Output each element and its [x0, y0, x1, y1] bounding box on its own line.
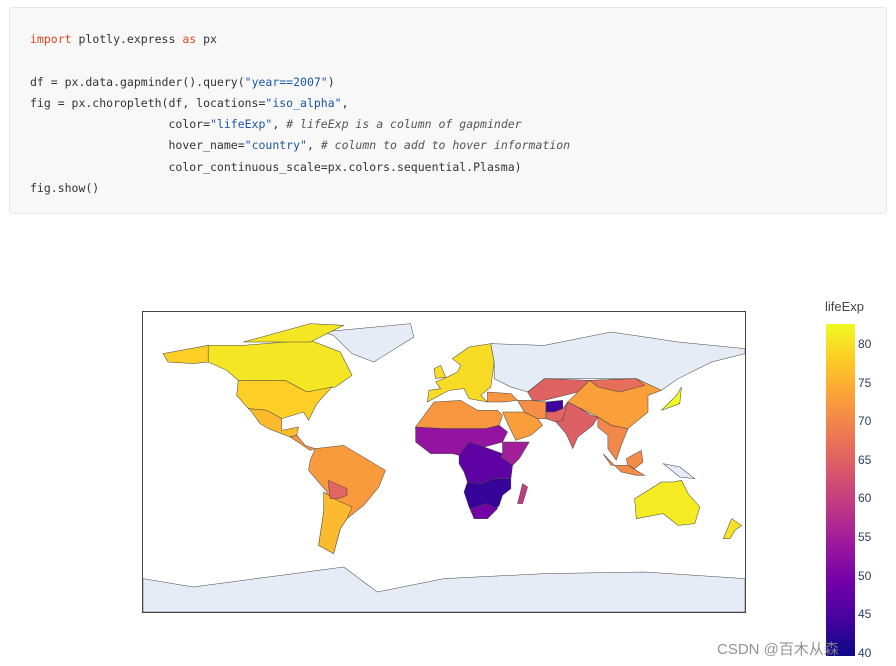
colorbar — [826, 324, 855, 656]
country-region-turkey[interactable] — [487, 391, 519, 403]
country-region-australia[interactable] — [634, 480, 701, 526]
code-token: "year==2007" — [244, 74, 328, 89]
country-region-central-america[interactable] — [289, 435, 317, 451]
code-token: , — [341, 95, 349, 110]
colorbar-tick-label: 80 — [858, 337, 872, 352]
code-text: import plotly.express as px df = px.data… — [30, 29, 570, 199]
code-token: # lifeExp is a column of gapminder — [286, 117, 522, 132]
code-line: df = px.data.gapminder().query("year==20… — [30, 72, 570, 93]
country-region-new-zealand[interactable] — [722, 518, 743, 539]
colorbar-tick-label: 75 — [858, 375, 872, 390]
code-token: px — [196, 32, 217, 46]
watermark: CSDN @百木从森 — [717, 641, 839, 658]
code-token: df = px.data.gapminder().query( — [30, 74, 245, 89]
colorbar-tick-label: 65 — [858, 452, 872, 467]
code-line: color="lifeExp", # lifeExp is a column o… — [30, 114, 570, 135]
country-region-uk[interactable] — [433, 364, 447, 379]
country-region-new-guinea[interactable] — [662, 463, 696, 480]
country-region-north-africa[interactable] — [415, 400, 503, 429]
map-canvas[interactable] — [143, 312, 745, 612]
colorbar-tick-label: 70 — [858, 414, 872, 429]
colorbar-tick-label: 45 — [858, 607, 872, 622]
code-line: hover_name="country", # column to add to… — [30, 135, 570, 156]
colorbar-tick-label: 40 — [858, 645, 872, 660]
country-region-borneo[interactable] — [625, 449, 644, 469]
code-token: "country" — [244, 138, 307, 153]
code-token: import — [30, 32, 72, 46]
code-line: fig = px.choropleth(df, locations="iso_a… — [30, 93, 570, 114]
code-token: hover_name= — [30, 138, 245, 153]
choropleth-map[interactable] — [142, 311, 746, 613]
colorbar-title: lifeExp — [825, 299, 865, 314]
code-block: import plotly.express as px df = px.data… — [9, 7, 887, 214]
code-token: fig.show() — [30, 181, 100, 196]
code-token: , — [272, 117, 287, 132]
country-region-antarctica[interactable] — [143, 566, 745, 612]
code-token: # column to add to hover information — [320, 138, 571, 153]
code-line: color_continuous_scale=px.colors.sequent… — [30, 157, 570, 178]
colorbar-tick-label: 60 — [858, 491, 872, 506]
code-token: as — [182, 32, 197, 46]
colorbar-tick-label: 55 — [858, 530, 872, 545]
code-token: plotly.express — [71, 32, 183, 46]
country-region-japan[interactable] — [661, 386, 682, 411]
code-token: "iso_alpha" — [265, 95, 342, 110]
country-region-madagascar[interactable] — [517, 483, 528, 504]
code-token: , — [306, 138, 321, 153]
code-token: fig = px.choropleth(df, locations= — [30, 95, 266, 110]
colorbar-tick-label: 50 — [858, 568, 872, 583]
code-token: ) — [327, 74, 335, 89]
code-token: color_continuous_scale=px.colors.sequent… — [30, 159, 522, 174]
code-token: "lifeExp" — [210, 117, 273, 132]
code-line: fig.show() — [30, 178, 570, 199]
country-region-alaska[interactable] — [162, 345, 209, 364]
code-line: import plotly.express as px — [30, 29, 570, 50]
code-token: color= — [30, 117, 211, 132]
country-region-arctic-islands[interactable] — [243, 323, 345, 343]
